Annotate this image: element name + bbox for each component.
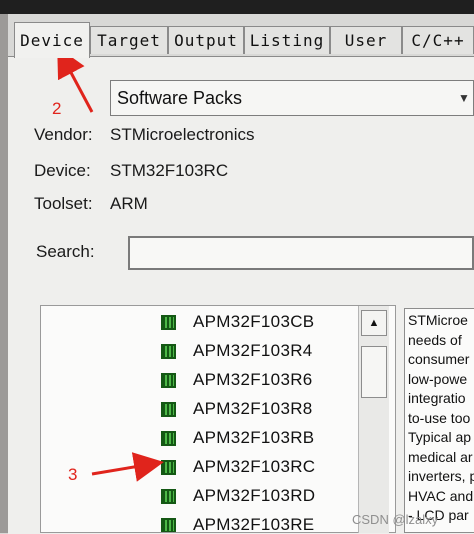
annotation-label-3: 3 <box>68 465 78 484</box>
annotation-arrows <box>57 46 164 482</box>
arrow-to-selected-device <box>91 452 164 482</box>
arrow-to-device-tab <box>57 46 94 113</box>
annotation-label-2: 2 <box>52 99 62 118</box>
watermark: CSDN @lzalxy <box>352 512 439 527</box>
tab-device[interactable]: Device <box>14 22 90 58</box>
